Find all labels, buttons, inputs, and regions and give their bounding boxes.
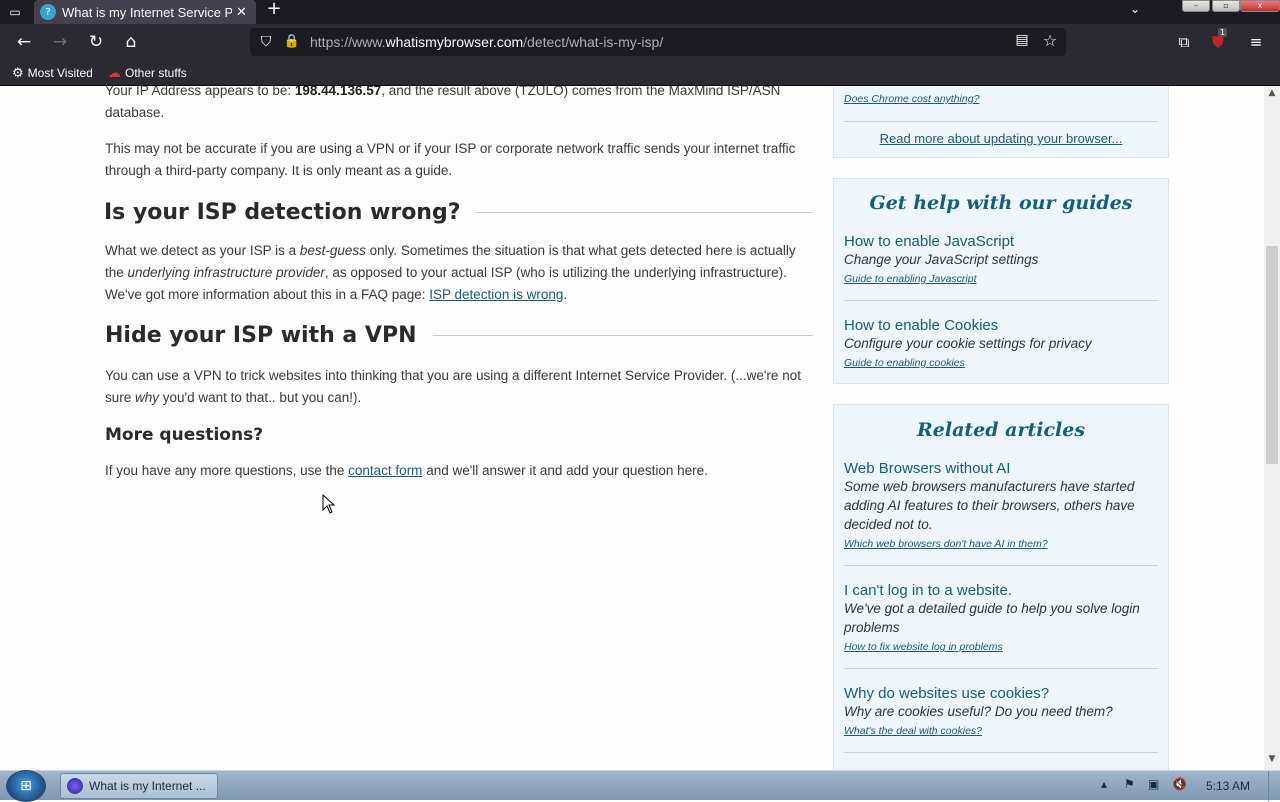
vpn-paragraph: You can use a VPN to trick websites into… xyxy=(105,368,801,405)
guide-title[interactable]: How to enable Cookies xyxy=(844,317,1158,334)
home-icon[interactable]: ⌂ xyxy=(119,30,143,54)
chrome-cost-link[interactable]: Does Chrome cost anything? xyxy=(844,93,979,105)
article-title[interactable]: Web Browsers without AI xyxy=(844,460,1158,477)
volume-muted-icon[interactable]: 🔇 xyxy=(1172,777,1187,791)
article-title[interactable]: I can't log in to a website. xyxy=(844,582,1158,599)
tab-title: What is my Internet Service Provider xyxy=(62,4,232,20)
guides-box: Get help with our guides How to enable J… xyxy=(833,178,1169,384)
taskbar-firefox-item[interactable]: What is my Internet ... xyxy=(60,773,218,799)
article-item: Web Browsers without AI Some web browser… xyxy=(844,460,1158,552)
close-tab-icon[interactable]: ✕ xyxy=(236,5,247,20)
guide-title[interactable]: How to enable JavaScript xyxy=(844,233,1158,250)
clock[interactable]: 5:13 AM xyxy=(1206,779,1250,793)
forward-arrow-icon[interactable]: → xyxy=(48,30,72,54)
isp-detection-wrong-link[interactable]: ISP detection is wrong xyxy=(429,287,563,302)
ublock-count-badge: 1 xyxy=(1218,28,1228,37)
navigation-bar: ← → ↻ ⌂ ⛉ 🔒 https://www.whatismybrowser.… xyxy=(0,24,1280,60)
tab-list-icon[interactable]: ▭ xyxy=(6,4,24,20)
update-browser-box: Does Chrome cost anything? Read more abo… xyxy=(833,86,1169,158)
ip-address-paragraph: Your IP Address appears to be: 198.44.13… xyxy=(105,86,781,120)
scroll-up-icon[interactable]: ▲ xyxy=(1264,88,1280,102)
firefox-icon xyxy=(67,778,83,794)
page-viewport: Your IP Address appears to be: 198.44.13… xyxy=(0,86,1264,770)
page-scrollbar[interactable]: ▲ ▼ xyxy=(1264,86,1280,770)
bookmark-most-visited[interactable]: ⚙ Most Visited xyxy=(12,64,93,82)
bookmark-star-icon[interactable]: ☆ xyxy=(1040,31,1060,51)
read-more-updating-link[interactable]: Read more about updating your browser... xyxy=(834,131,1168,146)
extensions-icon[interactable]: ⧉ xyxy=(1172,30,1196,54)
chevron-down-icon[interactable]: ⌄ xyxy=(1126,2,1144,20)
site-favicon-icon: ? xyxy=(40,4,56,20)
article-desc: We've got a detailed guide to help you s… xyxy=(844,601,1140,635)
start-button[interactable]: ⊞ xyxy=(6,770,46,802)
article-link[interactable]: What's the deal with cookies? xyxy=(844,725,982,737)
more-questions-paragraph: If you have any more questions, use the … xyxy=(105,463,708,478)
taskbar-label: What is my Internet ... xyxy=(89,779,206,793)
guide-link[interactable]: Guide to enabling cookies xyxy=(844,357,965,369)
new-tab-button[interactable]: + xyxy=(264,0,284,20)
url-text[interactable]: https://www.whatismybrowser.com/detect/w… xyxy=(310,34,663,50)
related-articles-box: Related articles Web Browsers without AI… xyxy=(833,404,1169,770)
guide-link[interactable]: Guide to enabling Javascript xyxy=(844,273,977,285)
heading-hide-isp: Hide your ISP with a VPN xyxy=(105,323,813,348)
tracking-shield-icon[interactable]: ⛉ xyxy=(256,32,276,52)
article-item: I can't log in to a website. We've got a… xyxy=(844,582,1158,655)
mouse-cursor-icon xyxy=(322,494,336,514)
tab-active[interactable]: ? What is my Internet Service Provider ✕ xyxy=(34,0,256,24)
close-window-button[interactable]: x xyxy=(1240,0,1280,12)
menu-icon[interactable]: ≡ xyxy=(1244,30,1268,54)
minimize-button[interactable]: – xyxy=(1182,0,1210,12)
guides-title: Get help with our guides xyxy=(869,192,1133,214)
article-item: Why do websites use cookies? Why are coo… xyxy=(844,685,1158,739)
taskbar: ⊞ What is my Internet ... ▴ ⚑ ▣ 🔇 5:13 A… xyxy=(0,770,1280,802)
bookmark-other-stuffs[interactable]: ☁ Other stuffs xyxy=(108,64,187,82)
back-arrow-icon[interactable]: ← xyxy=(12,30,36,54)
show-desktop-button[interactable] xyxy=(1268,771,1280,801)
scroll-down-icon[interactable]: ▼ xyxy=(1264,754,1280,768)
guide-item: How to enable JavaScript Change your Jav… xyxy=(844,233,1158,287)
flag-icon[interactable]: ⚑ xyxy=(1124,777,1135,791)
gear-icon: ⚙ xyxy=(12,65,24,80)
folder-icon: ☁ xyxy=(108,65,121,80)
heading-isp-wrong: Is your ISP detection wrong? xyxy=(104,200,812,225)
article-title[interactable]: Why do websites use cookies? xyxy=(844,685,1158,702)
contact-form-link[interactable]: contact form xyxy=(348,463,422,478)
article-link[interactable]: How to fix website log in problems xyxy=(844,641,1003,653)
vpn-note-paragraph: This may not be accurate if you are usin… xyxy=(105,141,796,178)
reader-view-icon[interactable]: ▤ xyxy=(1012,32,1032,52)
maximize-button[interactable]: ▫ xyxy=(1212,0,1240,12)
lock-icon[interactable]: 🔒 xyxy=(282,32,302,52)
tray-expand-icon[interactable]: ▴ xyxy=(1101,777,1107,791)
isp-wrong-paragraph: What we detect as your ISP is a best-gue… xyxy=(105,243,796,302)
guide-item: How to enable Cookies Configure your coo… xyxy=(844,317,1158,371)
network-icon[interactable]: ▣ xyxy=(1148,777,1159,791)
guide-desc: Change your JavaScript settings xyxy=(844,252,1039,267)
reload-icon[interactable]: ↻ xyxy=(84,30,108,54)
heading-more-questions: More questions? xyxy=(105,425,264,445)
related-title: Related articles xyxy=(916,419,1086,441)
url-bar[interactable]: ⛉ 🔒 https://www.whatismybrowser.com/dete… xyxy=(250,28,1066,56)
scroll-thumb[interactable] xyxy=(1266,246,1278,464)
article-link[interactable]: Which web browsers don't have AI in them… xyxy=(844,538,1048,550)
article-desc: Some web browsers manufacturers have sta… xyxy=(844,479,1135,532)
guide-desc: Configure your cookie settings for priva… xyxy=(844,336,1092,351)
bookmarks-bar: ⚙ Most Visited ☁ Other stuffs xyxy=(0,60,1280,86)
article-desc: Why are cookies useful? Do you need them… xyxy=(844,704,1113,719)
tab-strip: ▭ ? What is my Internet Service Provider… xyxy=(0,0,1280,24)
